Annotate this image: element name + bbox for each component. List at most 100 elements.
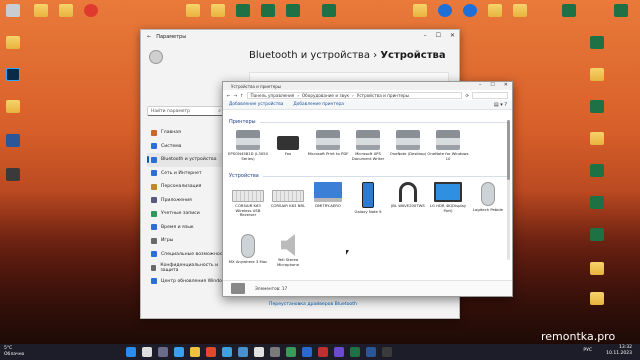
desktop-icon[interactable] xyxy=(509,4,531,18)
reinstall-bluetooth-link[interactable]: Переустановка драйверов Bluetooth xyxy=(269,302,357,307)
printer-item[interactable]: Microsoft Print to PDF xyxy=(307,130,349,157)
desktop-icon[interactable] xyxy=(484,4,506,18)
nav-item[interactable]: Главная xyxy=(147,126,229,140)
help-icon[interactable]: ▤ ▾ ? xyxy=(494,102,507,108)
devices-group-header[interactable]: Устройства xyxy=(229,173,507,179)
app-icon[interactable] xyxy=(318,347,328,357)
back-icon[interactable]: ← xyxy=(147,34,151,40)
settings-icon[interactable] xyxy=(270,347,280,357)
nav-item[interactable]: Центр обновления Windows xyxy=(147,275,229,289)
desktop-icon[interactable] xyxy=(257,4,279,18)
printer-item[interactable]: OneNote for Windows 10 xyxy=(427,130,469,161)
device-item[interactable]: JBL WAVE200TWS xyxy=(387,182,429,209)
maximize-icon[interactable]: ☐ xyxy=(490,82,494,88)
desktop-icon[interactable] xyxy=(586,36,608,50)
devices-search-input[interactable] xyxy=(472,91,508,99)
breadcrumb[interactable]: Панель управления › Оборудование и звук › … xyxy=(246,91,463,99)
desktop-icon[interactable] xyxy=(434,4,456,18)
scrollbar-thumb[interactable] xyxy=(507,120,510,180)
device-item[interactable]: CORSAIR K63 Wireless USB Receiver xyxy=(227,182,269,218)
up-icon[interactable]: ↑ xyxy=(240,93,244,98)
weather-widget[interactable]: 5°C Облачно xyxy=(4,346,24,357)
desktop-icon[interactable] xyxy=(207,4,229,18)
search-icon[interactable] xyxy=(142,347,152,357)
task-view-icon[interactable] xyxy=(158,347,168,357)
desktop-icon[interactable] xyxy=(182,4,204,18)
desktop-icon[interactable] xyxy=(586,262,608,276)
breadcrumb-item[interactable]: Оборудование и звук xyxy=(302,93,349,98)
device-item[interactable]: DMITRY-AERO xyxy=(307,182,349,209)
vscode-icon[interactable] xyxy=(302,347,312,357)
desktop-icon[interactable] xyxy=(55,4,77,18)
close-icon[interactable]: ✕ xyxy=(450,32,455,39)
device-item[interactable]: LG HDR 4K(Display Port) xyxy=(427,182,469,213)
desktop-icon[interactable] xyxy=(586,196,608,210)
forward-icon[interactable]: → xyxy=(234,93,238,98)
app-icon[interactable] xyxy=(286,347,296,357)
app-icon[interactable] xyxy=(382,347,392,357)
desktop-icon[interactable] xyxy=(610,4,632,18)
word-icon[interactable] xyxy=(366,347,376,357)
desktop-icon[interactable] xyxy=(586,100,608,114)
clock[interactable]: 13:32 10.11.2023 xyxy=(606,345,632,357)
printers-group-header[interactable]: Принтеры xyxy=(229,119,507,125)
breadcrumb-item[interactable]: Панель управления xyxy=(251,93,295,98)
explorer-icon[interactable] xyxy=(190,347,200,357)
back-icon[interactable]: ← xyxy=(227,93,231,98)
desktop-icon[interactable] xyxy=(80,4,102,18)
nav-item[interactable]: Учетные записи xyxy=(147,207,229,221)
nav-item[interactable]: Персонализация xyxy=(147,180,229,194)
nav-item[interactable]: Время и язык xyxy=(147,221,229,235)
maximize-icon[interactable]: ☐ xyxy=(436,32,441,39)
desktop-icon[interactable] xyxy=(318,4,340,18)
printer-item[interactable]: Fax xyxy=(267,130,309,157)
desktop-icon[interactable] xyxy=(459,4,481,18)
printer-item[interactable]: Microsoft XPS Document Writer xyxy=(347,130,389,161)
device-item[interactable]: Galaxy Note 9 xyxy=(347,182,389,215)
excel-icon[interactable] xyxy=(350,347,360,357)
desktop-icon[interactable] xyxy=(282,4,304,18)
app-icon[interactable] xyxy=(254,347,264,357)
app-icon[interactable] xyxy=(238,347,248,357)
device-item[interactable]: Logitech Pebble xyxy=(467,182,509,213)
app-icon[interactable] xyxy=(334,347,344,357)
minimize-icon[interactable]: – xyxy=(424,32,427,39)
desktop-icon[interactable] xyxy=(2,168,24,182)
desktop-icon[interactable] xyxy=(586,132,608,146)
scrollbar[interactable] xyxy=(507,120,510,260)
settings-titlebar[interactable]: ← Параметры xyxy=(141,30,459,43)
user-profile[interactable] xyxy=(149,50,229,90)
page-title-parent[interactable]: Bluetooth и устройства xyxy=(249,50,370,61)
app-icon[interactable] xyxy=(222,347,232,357)
add-printer-button[interactable]: Добавление принтера xyxy=(293,102,343,107)
nav-item[interactable]: Игры xyxy=(147,234,229,248)
device-item[interactable]: CORSAIR K63 NRL xyxy=(267,182,309,209)
settings-search-input[interactable]: Найти параметр ⌕ xyxy=(147,106,225,116)
nav-item[interactable]: Система xyxy=(147,140,229,154)
desktop-icon[interactable] xyxy=(2,36,24,50)
devices-titlebar[interactable]: Устройства и принтеры – ☐ ✕ xyxy=(223,82,512,90)
printer-item[interactable]: OneNote (Desktop) xyxy=(387,130,429,157)
desktop-icon[interactable] xyxy=(2,100,24,114)
desktop-icon[interactable] xyxy=(558,4,580,18)
edge-icon[interactable] xyxy=(174,347,184,357)
refresh-icon[interactable]: ⟳ xyxy=(465,93,469,98)
start-icon[interactable] xyxy=(126,347,136,357)
desktop-icon[interactable] xyxy=(586,228,608,242)
desktop-icon[interactable] xyxy=(2,4,24,18)
device-item[interactable]: MX Anywhere 3 Mac xyxy=(227,234,269,265)
desktop-icon[interactable] xyxy=(2,68,24,82)
desktop-icon[interactable] xyxy=(30,4,52,18)
minimize-icon[interactable]: – xyxy=(479,82,482,88)
printer-item[interactable]: EPSON4581D (L3050 Series) xyxy=(227,130,269,161)
nav-item[interactable]: Специальные возможности xyxy=(147,248,229,262)
device-item[interactable]: Yeti Stereo Microphone xyxy=(267,234,309,267)
breadcrumb-item[interactable]: Устройства и принтеры xyxy=(357,93,409,98)
tray-lang[interactable]: РУС xyxy=(583,348,592,353)
nav-item[interactable]: Приложения xyxy=(147,194,229,208)
desktop-icon[interactable] xyxy=(232,4,254,18)
desktop-icon[interactable] xyxy=(2,134,24,148)
desktop-icon[interactable] xyxy=(586,164,608,178)
desktop-icon[interactable] xyxy=(409,4,431,18)
add-device-button[interactable]: Добавление устройства xyxy=(229,102,283,107)
